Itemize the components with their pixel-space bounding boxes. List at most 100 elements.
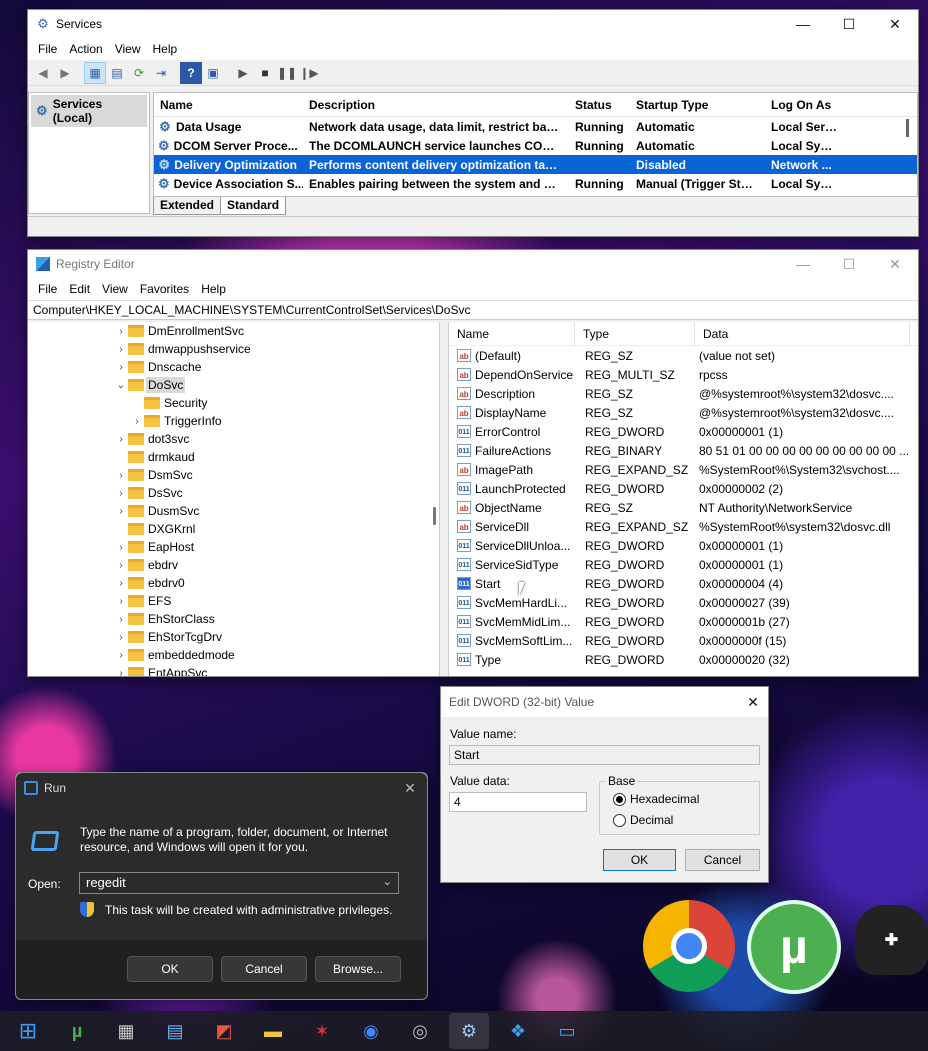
tree-item[interactable]: Security bbox=[28, 394, 439, 412]
chevron-right-icon[interactable]: › bbox=[116, 326, 126, 337]
chevron-right-icon[interactable]: › bbox=[132, 416, 142, 427]
menu-help[interactable]: Help bbox=[195, 282, 232, 296]
close-button[interactable]: ✕ bbox=[738, 688, 768, 716]
service-row[interactable]: ⚙ Device Association S... Enables pairing… bbox=[154, 174, 917, 193]
store-icon[interactable]: ◩ bbox=[204, 1013, 244, 1049]
menu-file[interactable]: File bbox=[32, 42, 63, 56]
close-button[interactable]: ✕ bbox=[393, 774, 427, 802]
registry-value-row[interactable]: ab ImagePath REG_EXPAND_SZ %SystemRoot%\Sys… bbox=[449, 460, 918, 479]
tree-item[interactable]: DXGKrnl bbox=[28, 520, 439, 538]
export-list-icon[interactable]: ⇥ bbox=[150, 62, 172, 84]
hexadecimal-radio[interactable]: Hexadecimal bbox=[613, 792, 699, 806]
tab-standard[interactable]: Standard bbox=[220, 197, 287, 215]
chevron-right-icon[interactable]: › bbox=[116, 614, 126, 625]
col-startup-type[interactable]: Startup Type bbox=[630, 98, 765, 112]
decimal-radio[interactable]: Decimal bbox=[613, 813, 673, 827]
menu-action[interactable]: Action bbox=[63, 42, 108, 56]
calculator-icon[interactable]: ▦ bbox=[106, 1013, 146, 1049]
tree-item[interactable]: › DsSvc bbox=[28, 484, 439, 502]
chevron-right-icon[interactable]: › bbox=[116, 434, 126, 445]
chevron-right-icon[interactable]: › bbox=[116, 596, 126, 607]
maximize-button[interactable]: ☐ bbox=[826, 10, 872, 38]
tree-item[interactable]: › EntAppSvc bbox=[28, 664, 439, 677]
tree-item[interactable]: drmkaud bbox=[28, 448, 439, 466]
address-bar[interactable]: Computer\HKEY_LOCAL_MACHINE\SYSTEM\Curre… bbox=[28, 300, 918, 320]
service-row-selected[interactable]: ⚙ Delivery Optimization Performs content … bbox=[154, 155, 917, 174]
tree-item[interactable]: › embeddedmode bbox=[28, 646, 439, 664]
tree-item[interactable]: › DmEnrollmentSvc bbox=[28, 322, 439, 340]
view-icon[interactable]: ▣ bbox=[202, 62, 224, 84]
tree-item[interactable]: › EapHost bbox=[28, 538, 439, 556]
tree-item[interactable]: › EhStorClass bbox=[28, 610, 439, 628]
registry-value-row[interactable]: ab (Default) REG_SZ (value not set) bbox=[449, 346, 918, 365]
start-service-icon[interactable]: ▶ bbox=[232, 62, 254, 84]
col-name[interactable]: Name bbox=[154, 98, 303, 112]
file-explorer-icon[interactable]: ▬ bbox=[253, 1013, 293, 1049]
registry-value-row[interactable]: ab Description REG_SZ @%systemroot%\system3… bbox=[449, 384, 918, 403]
back-icon[interactable]: ◀ bbox=[32, 62, 54, 84]
chevron-right-icon[interactable]: › bbox=[116, 578, 126, 589]
col-log-on-as[interactable]: Log On As bbox=[765, 98, 845, 112]
chrome-desktop-icon[interactable] bbox=[643, 900, 735, 992]
registry-value-row[interactable]: 011 SvcMemSoftLim... REG_DWORD 0x0000000f (… bbox=[449, 631, 918, 650]
chevron-right-icon[interactable]: › bbox=[116, 488, 126, 499]
tree-item[interactable]: › ebdrv bbox=[28, 556, 439, 574]
open-combobox[interactable]: regedit ⌄ bbox=[79, 872, 399, 894]
properties-icon[interactable]: ▤ bbox=[106, 62, 128, 84]
chevron-right-icon[interactable]: › bbox=[116, 344, 126, 355]
browse-button[interactable]: Browse... bbox=[315, 956, 401, 982]
ok-button[interactable]: OK bbox=[603, 849, 676, 871]
tree-item[interactable]: › DsmSvc bbox=[28, 466, 439, 484]
game-icon[interactable]: ✶ bbox=[302, 1013, 342, 1049]
show-console-tree-icon[interactable]: ▦ bbox=[84, 61, 106, 84]
chevron-down-icon[interactable]: ⌄ bbox=[116, 380, 126, 391]
cancel-button[interactable]: Cancel bbox=[685, 849, 760, 871]
registry-value-row[interactable]: 011 Type REG_DWORD 0x00000020 (32) bbox=[449, 650, 918, 669]
tree-item[interactable]: › TriggerInfo bbox=[28, 412, 439, 430]
utorrent-icon[interactable]: µ bbox=[57, 1013, 97, 1049]
col-description[interactable]: Description bbox=[303, 98, 569, 112]
services-scrollbar[interactable] bbox=[906, 119, 909, 137]
registry-value-row[interactable]: ab ObjectName REG_SZ NT Authority\NetworkSe… bbox=[449, 498, 918, 517]
tree-item[interactable]: › dot3svc bbox=[28, 430, 439, 448]
chevron-right-icon[interactable]: › bbox=[116, 542, 126, 553]
menu-favorites[interactable]: Favorites bbox=[134, 282, 195, 296]
tree-item[interactable]: › EhStorTcgDrv bbox=[28, 628, 439, 646]
col-status[interactable]: Status bbox=[569, 98, 630, 112]
chevron-right-icon[interactable]: › bbox=[116, 650, 126, 661]
tree-scrollbar[interactable] bbox=[433, 507, 436, 525]
refresh-icon[interactable]: ⟳ bbox=[128, 62, 150, 84]
utorrent-desktop-icon[interactable]: µ bbox=[747, 900, 841, 994]
col-data[interactable]: Data bbox=[695, 322, 910, 346]
minimize-button[interactable]: — bbox=[780, 10, 826, 38]
stop-service-icon[interactable]: ■ bbox=[254, 62, 276, 84]
chevron-right-icon[interactable]: › bbox=[116, 668, 126, 677]
menu-view[interactable]: View bbox=[109, 42, 147, 56]
webcam-icon[interactable]: ◎ bbox=[400, 1013, 440, 1049]
registry-value-row[interactable]: 011 FailureActions REG_BINARY 80 51 01 00 0… bbox=[449, 441, 918, 460]
notepad-icon[interactable]: ▤ bbox=[155, 1013, 195, 1049]
run-icon[interactable]: ▭ bbox=[547, 1013, 587, 1049]
service-row[interactable]: ⚙ Data Usage Network data usage, data lim… bbox=[154, 117, 917, 136]
restart-service-icon[interactable]: ❙▶ bbox=[298, 62, 320, 84]
service-row[interactable]: ⚙ DCOM Server Proce... The DCOMLAUNCH ser… bbox=[154, 136, 917, 155]
ok-button[interactable]: OK bbox=[127, 956, 213, 982]
value-data-input[interactable]: 4 bbox=[449, 792, 587, 812]
registry-value-row[interactable]: 011 ServiceDllUnloa... REG_DWORD 0x00000001… bbox=[449, 536, 918, 555]
tree-item[interactable]: › Dnscache bbox=[28, 358, 439, 376]
registry-value-row[interactable]: 011 SvcMemMidLim... REG_DWORD 0x0000001b (2… bbox=[449, 612, 918, 631]
tree-item[interactable]: › dmwappushservice bbox=[28, 340, 439, 358]
chevron-down-icon[interactable]: ⌄ bbox=[383, 875, 392, 888]
registry-value-row[interactable]: 011 ServiceSidType REG_DWORD 0x00000001 (1) bbox=[449, 555, 918, 574]
close-button[interactable]: ✕ bbox=[872, 250, 918, 278]
tree-item[interactable]: ⌄ DoSvc bbox=[28, 376, 439, 394]
menu-view[interactable]: View bbox=[96, 282, 134, 296]
chevron-right-icon[interactable]: › bbox=[116, 470, 126, 481]
close-button[interactable]: ✕ bbox=[872, 10, 918, 38]
forward-icon[interactable]: ▶ bbox=[54, 62, 76, 84]
registry-value-row[interactable]: ab ServiceDll REG_EXPAND_SZ %SystemRoot%\sy… bbox=[449, 517, 918, 536]
menu-edit[interactable]: Edit bbox=[63, 282, 96, 296]
col-type[interactable]: Type bbox=[575, 322, 695, 346]
registry-value-row[interactable]: 011 ErrorControl REG_DWORD 0x00000001 (1) bbox=[449, 422, 918, 441]
tree-item[interactable]: › DusmSvc bbox=[28, 502, 439, 520]
